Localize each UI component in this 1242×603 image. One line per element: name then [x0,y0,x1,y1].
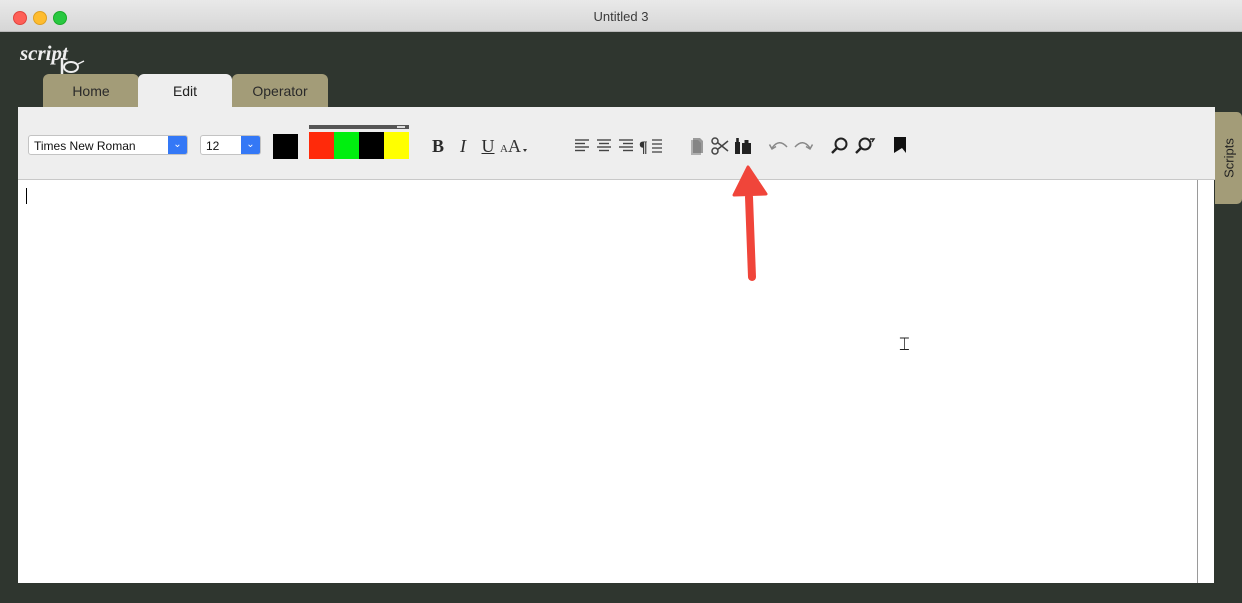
highlight-yellow-swatch[interactable] [384,132,409,159]
font-size-select[interactable]: 12 ⌄ [200,135,261,155]
text-size-icon[interactable]: A A [498,131,538,161]
text-caret [26,188,27,204]
highlight-red-swatch[interactable] [309,132,334,159]
italic-icon[interactable]: I [456,131,470,161]
window-title: Untitled 3 [593,9,649,24]
svg-text:¶: ¶ [639,139,648,156]
font-size-value: 12 [206,139,220,153]
highlight-color-palette [309,125,409,159]
highlight-black-swatch[interactable] [359,132,384,159]
tab-home[interactable]: Home [43,74,139,107]
palette-handle[interactable] [309,125,409,129]
align-right-icon[interactable] [618,131,634,161]
font-family-value: Times New Roman [34,139,136,153]
scripts-side-tab[interactable]: Scripts [1215,112,1242,204]
highlight-green-swatch[interactable] [334,132,359,159]
find-replace-icon[interactable] [852,131,876,161]
font-family-select[interactable]: Times New Roman ⌄ [28,135,188,155]
paragraph-spacing-icon[interactable]: ¶ [638,131,664,161]
script-editor[interactable] [18,180,1198,583]
text-color-swatch[interactable] [273,134,298,159]
bold-icon[interactable]: B [430,131,446,161]
find-icon[interactable] [830,131,850,161]
app-logo: script [19,41,85,74]
annotation-arrow-icon [732,165,768,281]
chevron-down-icon: ⌄ [241,136,260,154]
underline-icon[interactable]: U [480,131,496,161]
ibeam-cursor-icon: ⌶ [899,334,910,354]
bookmark-icon[interactable] [892,131,908,161]
svg-text:A: A [500,143,508,155]
chevron-down-icon: ⌄ [168,136,187,154]
align-left-icon[interactable] [574,131,590,161]
scripts-side-tab-label: Scripts [1221,138,1236,178]
window-titlebar: Untitled 3 [0,0,1242,32]
svg-text:A: A [508,136,521,156]
editor-scrollbar[interactable] [1197,180,1214,583]
tab-edit[interactable]: Edit [138,74,232,107]
tab-operator[interactable]: Operator [232,74,328,107]
copy-icon[interactable] [689,131,705,161]
edit-toolbar: Times New Roman ⌄ 12 ⌄ B I U A A ¶ [18,107,1215,180]
redo-icon[interactable] [792,131,814,161]
align-center-icon[interactable] [596,131,612,161]
